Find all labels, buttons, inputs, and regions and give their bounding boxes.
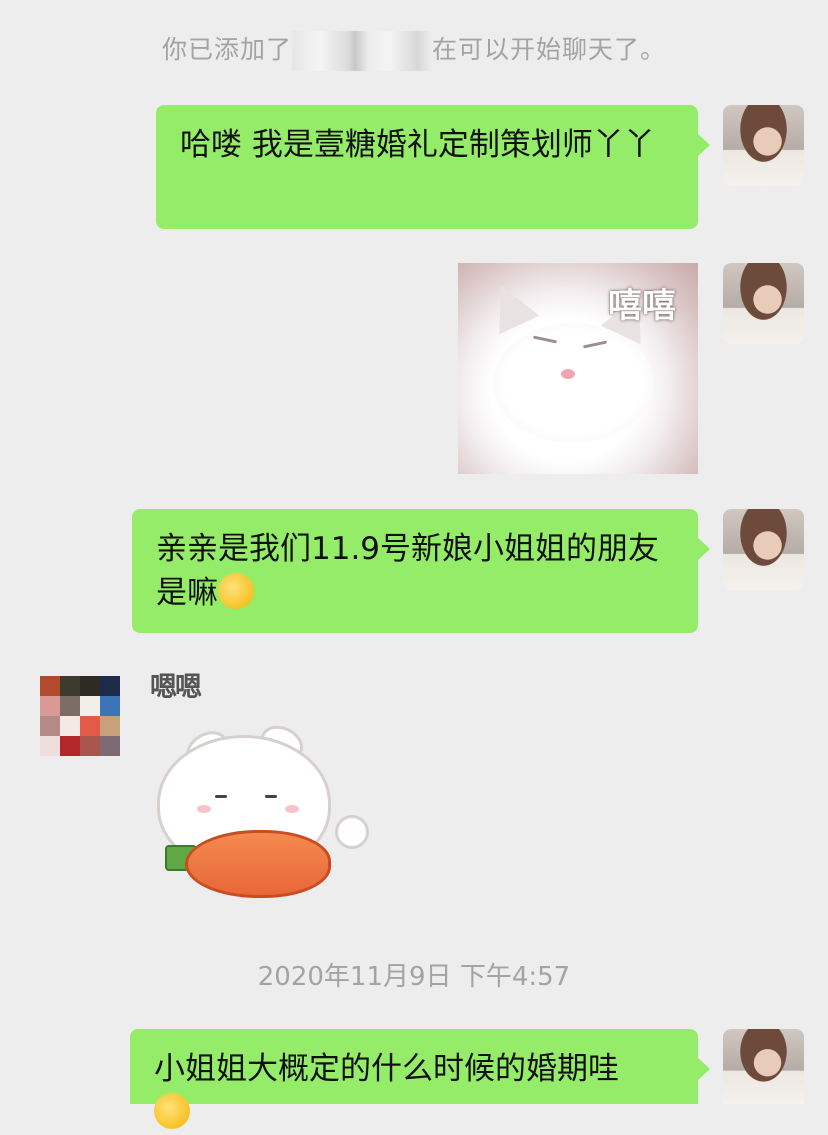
message-bubble-greeting[interactable]: 哈喽 我是壹糖婚礼定制策划师丫丫 <box>156 105 710 229</box>
bunny-tail <box>335 815 369 849</box>
my-avatar[interactable] <box>723 1029 804 1104</box>
my-avatar[interactable] <box>723 509 804 590</box>
thinking-face-emoji-icon <box>218 573 254 609</box>
other-user-avatar[interactable] <box>40 676 120 756</box>
message-bubble-wedding-date[interactable]: 小姐姐大概定的什么时候的婚期哇 <box>130 1029 710 1129</box>
cat-face <box>493 323 653 443</box>
redacted-contact-name <box>292 31 432 71</box>
my-avatar[interactable] <box>723 263 804 344</box>
message-text: 小姐姐大概定的什么时候的婚期哇 <box>154 1051 619 1087</box>
cat-ear-left <box>480 275 540 335</box>
message-bubble-friend-question[interactable]: 亲亲是我们11.9号新娘小姐姐的朋友是嘛 <box>132 509 710 633</box>
bunny-cheek-right <box>285 805 299 813</box>
cat-nose <box>561 369 575 379</box>
white-cat-sticker[interactable]: 嘻嘻 <box>458 263 698 474</box>
thinking-face-emoji-icon <box>154 1093 190 1129</box>
system-notice-suffix: 在可以开始聊天了。 <box>432 35 667 64</box>
sticker-caption: 嗯嗯 <box>150 672 202 703</box>
message-timestamp: 2020年11月9日 下午4:57 <box>257 962 571 992</box>
carrot <box>185 830 331 898</box>
bunny-holding-carrot-sticker[interactable]: 嗯嗯 <box>145 665 375 910</box>
system-notice: 你已添加了 在可以开始聊天了。 <box>0 30 828 71</box>
sticker-caption: 嘻嘻 <box>608 286 676 326</box>
message-text: 哈喽 我是壹糖婚礼定制策划师丫丫 <box>180 127 655 163</box>
bunny-eye-left <box>215 795 227 798</box>
my-avatar[interactable] <box>723 105 804 186</box>
bunny-eye-right <box>265 795 277 798</box>
system-notice-prefix: 你已添加了 <box>161 35 292 64</box>
bunny-cheek-left <box>197 805 211 813</box>
